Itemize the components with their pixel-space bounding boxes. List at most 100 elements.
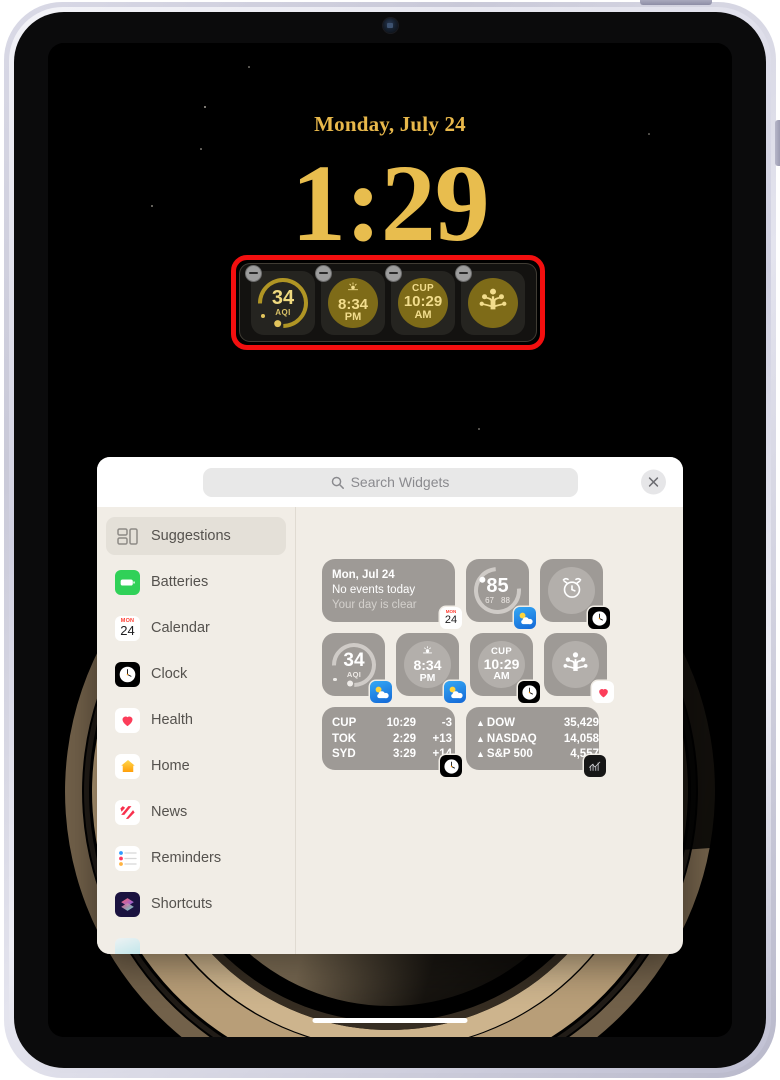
stocks-name: ▲ DOW — [476, 716, 551, 732]
reminders-icon — [115, 845, 140, 871]
remove-widget-button-air-quality[interactable] — [245, 264, 262, 282]
stocks-label: DOW — [486, 717, 516, 729]
gallery-body: Suggestions Batteries MON 24 Calendar Cl… — [97, 507, 683, 954]
world-clock-preview-time: 10:29 — [483, 655, 520, 672]
uv-value: 85 — [486, 574, 509, 597]
weather-icon — [444, 681, 466, 703]
air-quality-preview-label: AQI — [346, 669, 361, 678]
sidebar-item-label: Shortcuts — [151, 896, 213, 912]
world-clock-circle: CUP 10:29 AM — [398, 277, 448, 328]
sidebar-item-label: Batteries — [151, 574, 209, 590]
calendar-preview-subtitle: Your day is clear — [332, 599, 417, 611]
stocks-label: NASDAQ — [486, 732, 537, 745]
partial-app-icon — [115, 937, 140, 954]
sidebar-item-reminders[interactable]: Reminders — [106, 839, 286, 877]
sidebar-item-suggestions[interactable]: Suggestions — [106, 517, 286, 555]
world-clock-offset: +13 — [432, 732, 452, 745]
sidebar-item-label: Calendar — [151, 620, 210, 636]
lock-screen-widget-tray[interactable]: 34 AQI 8:34 PM CUP 10:29 AM — [239, 263, 537, 342]
weather-icon — [514, 607, 536, 629]
camera-lens — [387, 23, 393, 28]
up-arrow-icon: ▲ — [476, 718, 485, 728]
sidebar-item-partial[interactable] — [106, 931, 286, 954]
pollen-icon — [562, 649, 589, 681]
world-clock-time: 10:29 — [403, 293, 443, 311]
air-quality-dial-content: 34 AQI — [262, 282, 304, 324]
volume-button[interactable] — [775, 120, 780, 166]
sunset-preview-circle: 8:34 PM — [404, 641, 451, 688]
close-button[interactable] — [641, 469, 666, 495]
home-indicator[interactable] — [312, 1018, 468, 1023]
world-clock-preview-circle: CUP 10:29 AM — [478, 641, 525, 688]
preview-widget-calendar[interactable]: Mon, Jul 24 No events today Your day is … — [322, 559, 462, 629]
world-clock-time: 2:29 — [392, 732, 416, 745]
widget-gallery-sheet: Search Widgets Suggestions Batteries MON… — [97, 457, 683, 954]
sunset-preview-meridiem: PM — [419, 671, 436, 684]
clock-icon — [115, 661, 140, 687]
lock-widget-sunset[interactable]: 8:34 PM — [315, 264, 385, 335]
batteries-icon — [115, 569, 140, 595]
calendar-preview-events: No events today — [332, 584, 416, 596]
gallery-sidebar[interactable]: Suggestions Batteries MON 24 Calendar Cl… — [97, 507, 296, 954]
sidebar-item-label: Clock — [151, 666, 188, 682]
up-arrow-icon: ▲ — [476, 733, 485, 744]
alarm-clock-icon — [559, 575, 585, 606]
gallery-header: Search Widgets — [97, 457, 683, 507]
sidebar-item-health[interactable]: Health — [106, 701, 286, 739]
up-arrow-icon: ▲ — [476, 749, 485, 759]
sidebar-item-batteries[interactable]: Batteries — [106, 563, 286, 601]
world-clock-city: SYD — [332, 748, 356, 760]
world-clock-offset: -3 — [441, 717, 452, 729]
lock-widget-air-quality[interactable]: 34 AQI — [245, 264, 319, 338]
air-quality-preview-value: 34 — [342, 649, 365, 670]
remove-widget-button-pollen[interactable] — [455, 264, 472, 282]
world-clock-row: CUP 10:29 -3 — [332, 716, 455, 732]
preview-widget-stocks[interactable]: ▲ DOW 35,429 ▲ NASDAQ 14,058 ▲ S&P 500 4,55… — [466, 707, 606, 777]
sunset-circle: 8:34 PM — [328, 277, 378, 328]
preview-widget-uv-index[interactable]: 85 67 88 — [464, 557, 536, 629]
power-button[interactable] — [640, 0, 712, 5]
sidebar-item-label: Suggestions — [151, 528, 231, 544]
preview-widget-sunset[interactable]: 8:34 PM — [396, 633, 466, 703]
uv-high: 88 — [501, 595, 510, 605]
calendar-badge-day: 24 — [444, 613, 458, 626]
preview-widget-world-clock-list[interactable]: CUP 10:29 -3 TOK 2:29 +13 SYD 3:29 +14 — [322, 707, 462, 777]
remove-widget-button-sunset[interactable] — [315, 264, 332, 282]
world-clock-row: SYD 3:29 +14 — [332, 747, 455, 763]
sunset-preview-time: 8:34 — [413, 656, 442, 673]
sidebar-item-home[interactable]: Home — [106, 747, 286, 785]
search-icon — [331, 476, 344, 489]
pollen-circle — [468, 277, 518, 328]
uv-low: 67 — [485, 595, 494, 605]
sidebar-item-news[interactable]: News — [106, 793, 286, 831]
sidebar-item-label: Reminders — [151, 850, 222, 866]
suggestions-icon — [115, 524, 140, 549]
preview-widget-pollen[interactable] — [544, 633, 614, 703]
sidebar-item-label: Home — [151, 758, 190, 774]
preview-widget-air-quality[interactable]: 34 AQI — [322, 633, 392, 703]
calendar-icon: MON 24 — [115, 615, 140, 641]
search-input[interactable]: Search Widgets — [202, 467, 578, 497]
sidebar-item-clock[interactable]: Clock — [106, 655, 286, 693]
preview-row-2: 34 AQI 8:34 PM CUP 10:29 AM — [322, 633, 683, 703]
sidebar-item-label: News — [151, 804, 188, 820]
sidebar-item-calendar[interactable]: MON 24 Calendar — [106, 609, 286, 647]
alarm-circle — [548, 567, 595, 614]
sidebar-item-shortcuts[interactable]: Shortcuts — [106, 885, 286, 923]
air-quality-preview-content: 34 AQI — [336, 647, 372, 683]
sidebar-item-label: Health — [151, 712, 193, 728]
uv-range: 67 88 — [485, 596, 510, 605]
air-quality-preview-dot-small — [333, 677, 337, 681]
preview-widget-world-clock[interactable]: CUP 10:29 AM — [470, 633, 540, 703]
lock-widget-world-clock[interactable]: CUP 10:29 AM — [385, 264, 455, 335]
news-icon — [115, 799, 140, 825]
pollen-preview-circle — [552, 641, 599, 688]
air-quality-marker-dot-small — [261, 313, 265, 318]
sunset-time: 8:34 — [337, 295, 369, 313]
stocks-value: 35,429 — [563, 717, 599, 729]
lock-widget-pollen[interactable] — [455, 264, 525, 335]
remove-widget-button-world-clock[interactable] — [385, 264, 402, 282]
stocks-row: ▲ DOW 35,429 — [476, 716, 599, 732]
preview-widget-alarm[interactable] — [540, 559, 610, 629]
lock-screen-date: Monday, July 24 — [314, 112, 466, 136]
